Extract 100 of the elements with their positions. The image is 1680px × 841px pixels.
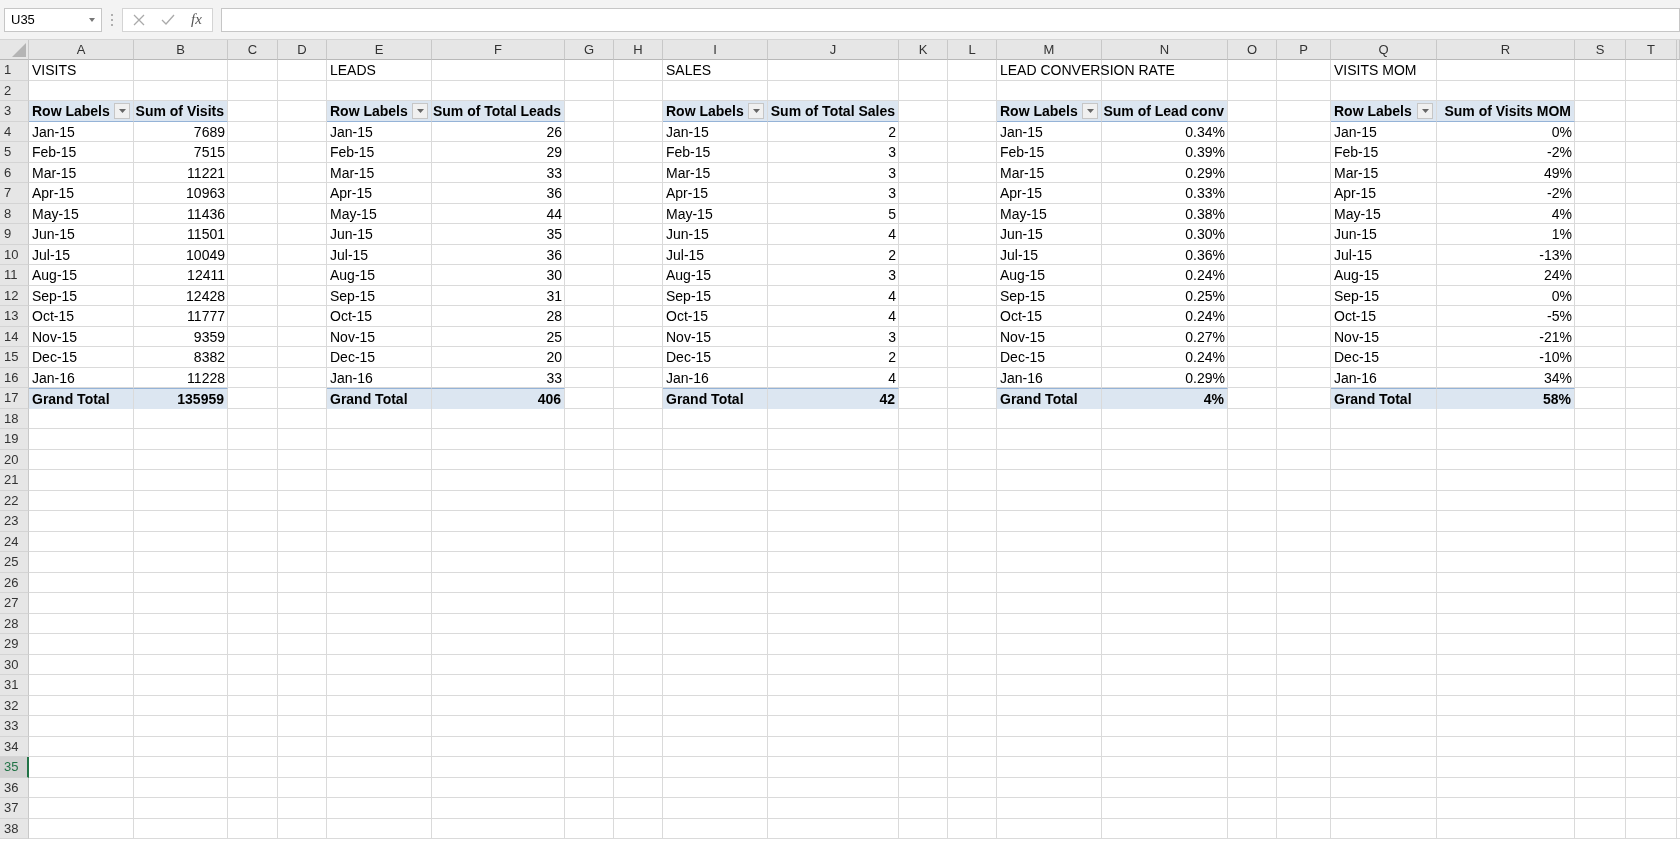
row-header[interactable]: 6 [0, 162, 29, 183]
row-header[interactable]: 30 [0, 654, 29, 675]
row-header[interactable]: 4 [0, 121, 29, 142]
pivot-header-cell: Sum of Total Leads [432, 101, 565, 122]
row-header[interactable]: 11 [0, 265, 29, 286]
table-cell-text: 0.34% [1184, 122, 1226, 142]
grand-total-cell: 58% [1437, 388, 1575, 409]
filter-dropdown-button[interactable] [1417, 102, 1433, 119]
row-header[interactable]: 26 [0, 572, 29, 593]
row-header[interactable]: 24 [0, 531, 29, 552]
check-icon[interactable] [161, 13, 175, 26]
column-header[interactable]: A [29, 40, 134, 60]
grand-total-cell: Grand Total [327, 388, 432, 409]
table-cell-text: Oct-15 [999, 307, 1043, 327]
table-cell-text: Sep-15 [31, 286, 79, 306]
table-cell-text: Jan-15 [665, 122, 710, 142]
column-header[interactable]: P [1277, 40, 1331, 60]
table-cell-text: 5 [887, 204, 897, 224]
table-cell-text: Sep-15 [665, 286, 713, 306]
table-cell-text: Apr-15 [999, 184, 1044, 204]
table-cell-text: May-15 [665, 204, 714, 224]
table-cell-text: Aug-15 [999, 266, 1047, 286]
table-cell-text: Dec-15 [1333, 348, 1381, 368]
filter-dropdown-button[interactable] [114, 102, 130, 119]
table-cell-text: 0% [1550, 286, 1573, 306]
insert-function-button[interactable]: fx [191, 11, 202, 28]
table-cell-text: Apr-15 [1333, 184, 1378, 204]
row-header[interactable]: 35 [0, 757, 29, 778]
column-header[interactable]: K [899, 40, 948, 60]
table-cell-text: Jan-16 [329, 368, 374, 388]
column-header[interactable]: L [948, 40, 997, 60]
filter-dropdown-button[interactable] [748, 102, 764, 119]
column-header[interactable]: M [997, 40, 1102, 60]
row-header[interactable]: 33 [0, 716, 29, 737]
row-header[interactable]: 15 [0, 347, 29, 368]
column-header[interactable]: H [614, 40, 663, 60]
column-header[interactable]: R [1437, 40, 1575, 60]
row-header[interactable]: 20 [0, 449, 29, 470]
caret-icon [416, 108, 424, 113]
column-header[interactable]: T [1626, 40, 1677, 60]
row-header[interactable]: 29 [0, 634, 29, 655]
row-header[interactable]: 28 [0, 613, 29, 634]
column-label: Row Labels [330, 102, 408, 119]
row-header[interactable]: 1 [0, 60, 29, 81]
row-header[interactable]: 17 [0, 388, 29, 409]
column-header[interactable]: B [134, 40, 228, 60]
column-label: Row Labels [1334, 102, 1412, 119]
column-header[interactable]: E [327, 40, 432, 60]
table-cell-text: 35 [545, 225, 563, 245]
column-header[interactable]: C [228, 40, 278, 60]
caret-icon [1086, 108, 1094, 113]
row-header[interactable]: 12 [0, 285, 29, 306]
row-header[interactable]: 22 [0, 490, 29, 511]
column-header[interactable]: Q [1331, 40, 1437, 60]
filter-dropdown-button[interactable] [412, 102, 428, 119]
row-header[interactable]: 32 [0, 695, 29, 716]
table-cell-text: 9359 [192, 327, 226, 347]
row-header[interactable]: 25 [0, 552, 29, 573]
column-header[interactable]: I [663, 40, 768, 60]
row-header[interactable]: 8 [0, 203, 29, 224]
table-cell-text: -13% [1538, 245, 1573, 265]
row-header[interactable]: 27 [0, 593, 29, 614]
row-header[interactable]: 36 [0, 777, 29, 798]
row-header[interactable]: 31 [0, 675, 29, 696]
row-header[interactable]: 23 [0, 511, 29, 532]
row-header[interactable]: 7 [0, 183, 29, 204]
table-cell-text: 0.24% [1184, 348, 1226, 368]
table-cell-text: Mar-15 [329, 163, 376, 183]
row-header[interactable]: 3 [0, 101, 29, 122]
table-cell-text: Oct-15 [329, 307, 373, 327]
name-box[interactable]: U35 [4, 7, 102, 32]
column-header[interactable]: J [768, 40, 899, 60]
row-header[interactable]: 18 [0, 408, 29, 429]
row-header[interactable]: 5 [0, 142, 29, 163]
table-cell-text: Apr-15 [329, 184, 374, 204]
row-header[interactable]: 2 [0, 80, 29, 101]
column-header[interactable]: S [1575, 40, 1626, 60]
row-header[interactable]: 10 [0, 244, 29, 265]
column-header[interactable]: G [565, 40, 614, 60]
column-header[interactable]: N [1102, 40, 1228, 60]
row-header[interactable]: 34 [0, 736, 29, 757]
table-cell-text: 25 [545, 327, 563, 347]
formula-input-field[interactable] [220, 7, 1680, 32]
row-header[interactable]: 37 [0, 798, 29, 819]
table-cell-text: Dec-15 [665, 348, 713, 368]
grand-total-cell: Grand Total [663, 388, 768, 409]
column-header[interactable]: O [1228, 40, 1277, 60]
column-header[interactable]: F [432, 40, 565, 60]
table-cell-text: Sep-15 [999, 286, 1047, 306]
row-header[interactable]: 38 [0, 818, 29, 839]
row-header[interactable]: 16 [0, 367, 29, 388]
row-header[interactable]: 14 [0, 326, 29, 347]
table-cell-text: 44 [545, 204, 563, 224]
row-header[interactable]: 9 [0, 224, 29, 245]
row-header[interactable]: 21 [0, 470, 29, 491]
filter-dropdown-button[interactable] [1082, 102, 1098, 119]
table-cell-text: May-15 [31, 204, 80, 224]
row-header[interactable]: 19 [0, 429, 29, 450]
column-header[interactable]: D [278, 40, 327, 60]
row-header[interactable]: 13 [0, 306, 29, 327]
